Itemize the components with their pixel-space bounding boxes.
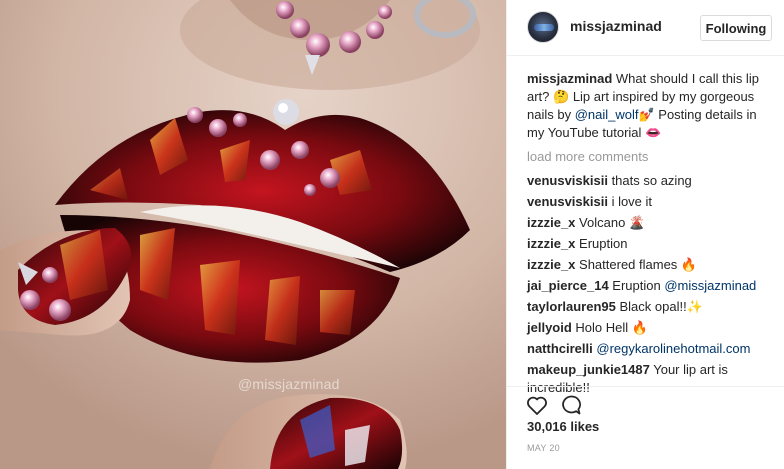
- header-username[interactable]: missjazminad: [570, 18, 662, 34]
- caption-username[interactable]: missjazminad: [527, 71, 612, 86]
- post-actions: 30,016 likes MAY 20: [507, 386, 784, 469]
- comment-username[interactable]: venusviskisii: [527, 194, 608, 209]
- lips-icon: 👄: [645, 125, 662, 140]
- comment-text: Black opal!!: [615, 299, 687, 314]
- comment-username[interactable]: venusviskisii: [527, 173, 608, 188]
- comment-text: Holo Hell: [571, 320, 632, 335]
- comment-row: venusviskisii thats so azing: [527, 172, 777, 190]
- lip-art-illustration: [0, 0, 506, 469]
- sparkles-icon: ✨: [686, 299, 703, 314]
- photo-watermark: @missjazminad: [238, 376, 340, 392]
- comment-row: jai_pierce_14 Eruption @missjazminad: [527, 277, 777, 295]
- comment-username[interactable]: makeup_junkie1487: [527, 362, 650, 377]
- thinking-face-icon: 🤔: [553, 89, 570, 104]
- comment-row: taylorlauren95 Black opal!!✨: [527, 298, 777, 316]
- comment-username[interactable]: jai_pierce_14: [527, 278, 609, 293]
- post-date: MAY 20: [527, 443, 560, 453]
- comment-username[interactable]: taylorlauren95: [527, 299, 616, 314]
- comment-row: izzzie_x Volcano 🌋: [527, 214, 777, 232]
- likes-count[interactable]: 30,016 likes: [527, 419, 599, 434]
- comment-username[interactable]: izzzie_x: [527, 257, 575, 272]
- comment-text: Eruption: [575, 236, 628, 251]
- comment-username[interactable]: natthcirelli: [527, 341, 593, 356]
- fire-icon: 🔥: [680, 257, 698, 272]
- post-side-panel: missjazminad Following missjazminad What…: [506, 0, 784, 469]
- comment-mention[interactable]: @missjazminad: [664, 278, 756, 293]
- comment-text: Eruption: [608, 278, 665, 293]
- comment-mention[interactable]: @regykarolinehotmail.com: [596, 341, 750, 356]
- comment-row: natthcirelli @regykarolinehotmail.com: [527, 340, 777, 358]
- comment-username[interactable]: izzzie_x: [527, 215, 575, 230]
- heart-outline-icon[interactable]: [525, 393, 549, 417]
- nail-polish-icon: 💅: [638, 107, 655, 122]
- comment-row: izzzie_x Eruption: [527, 235, 777, 253]
- post-photo[interactable]: @missjazminad: [0, 0, 506, 469]
- comments-list: missjazminad What should I call this lip…: [527, 70, 777, 400]
- comment-row: venusviskisii i love it: [527, 193, 777, 211]
- load-more-comments-link[interactable]: load more comments: [527, 148, 777, 166]
- post-caption: missjazminad What should I call this lip…: [527, 70, 777, 142]
- comment-row: jellyoid Holo Hell 🔥: [527, 319, 777, 337]
- comment-text: Volcano: [575, 215, 629, 230]
- comment-row: izzzie_x Shattered flames 🔥: [527, 256, 777, 274]
- avatar[interactable]: [527, 11, 559, 43]
- post-header: missjazminad Following: [507, 0, 784, 56]
- volcano-icon: 🌋: [628, 215, 646, 230]
- comment-username[interactable]: jellyoid: [527, 320, 572, 335]
- comment-text: i love it: [607, 194, 653, 209]
- comment-username[interactable]: izzzie_x: [527, 236, 575, 251]
- comment-text: Shattered flames: [575, 257, 681, 272]
- caption-mention[interactable]: @nail_wolf: [575, 107, 639, 122]
- following-button[interactable]: Following: [700, 15, 772, 41]
- speech-bubble-icon[interactable]: [559, 393, 583, 417]
- fire-icon: 🔥: [631, 320, 648, 335]
- comment-text: thats so azing: [607, 173, 692, 188]
